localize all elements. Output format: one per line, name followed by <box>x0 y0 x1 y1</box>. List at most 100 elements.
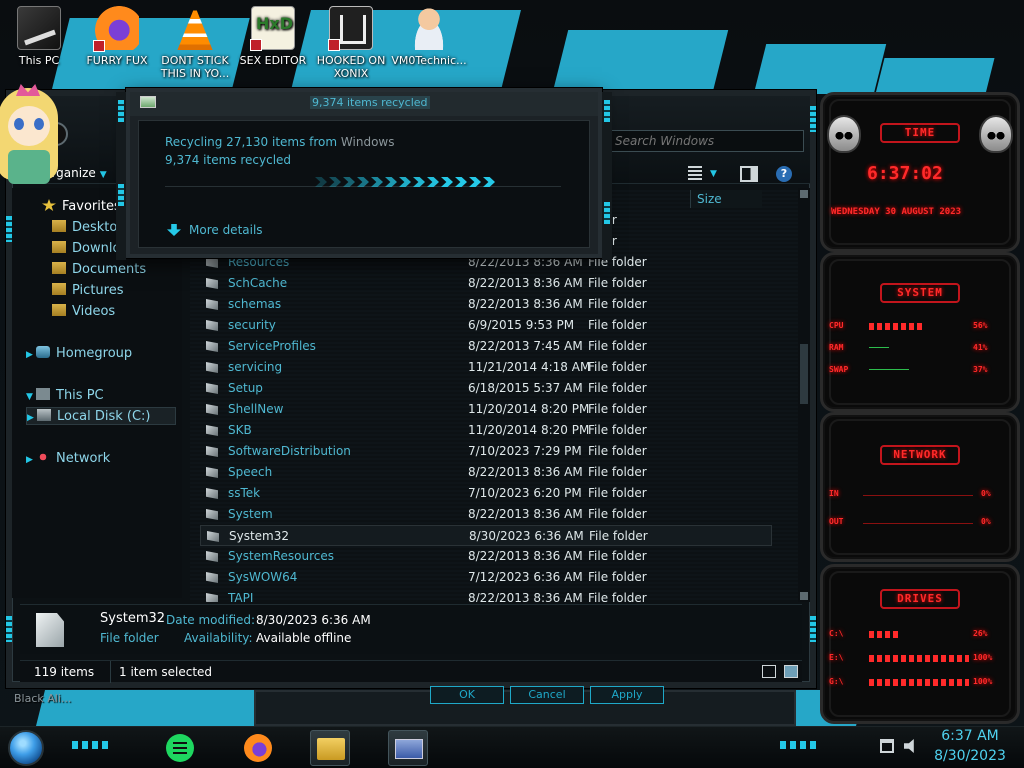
nav-homegroup[interactable]: ▶ Homegroup <box>26 345 132 363</box>
drive-e-value: 100% <box>973 653 993 662</box>
file-name: ShellNew <box>228 402 284 416</box>
file-date-modified: 8/22/2013 8:36 AM <box>468 465 583 479</box>
drives-gadget[interactable]: DRIVES C:\ 26% E:\ 100% G:\ 100% <box>820 564 1020 724</box>
file-date-modified: 8/30/2023 6:36 AM <box>469 529 584 543</box>
table-row[interactable]: TAPI 8/22/2013 8:36 AM File folder <box>200 588 772 602</box>
progress-chevron <box>469 177 481 187</box>
table-row[interactable]: ShellNew 11/20/2014 8:20 PM File folder <box>200 399 772 420</box>
taskbar-spotify[interactable] <box>160 730 200 766</box>
details-pane: System32 File folder Date modified: 8/30… <box>20 604 802 654</box>
scrollbar-thumb[interactable] <box>800 344 808 404</box>
apply-button[interactable]: Apply <box>590 686 664 704</box>
nav-network[interactable]: ▶ Network <box>26 450 110 468</box>
chevron-down-icon[interactable]: ▼ <box>710 169 728 185</box>
file-type: File folder <box>588 276 647 290</box>
ram-value: 41% <box>973 343 988 352</box>
table-row[interactable]: SystemResources 8/22/2013 8:36 AM File fol… <box>200 546 772 567</box>
nav-label: Network <box>56 451 111 466</box>
file-date-modified: 11/21/2014 4:18 AM <box>468 360 591 374</box>
nav-videos[interactable]: Videos <box>52 303 115 321</box>
progress-chevron <box>343 177 355 187</box>
table-row[interactable]: System 8/22/2013 8:36 AM File folder <box>200 504 772 525</box>
nav-desktop[interactable]: Desktop <box>52 219 126 237</box>
taskbar-firefox[interactable] <box>238 730 278 766</box>
desktop-icon-vlc[interactable]: DONT STICK THIS IN YO... <box>156 6 234 80</box>
details-view-icon[interactable] <box>762 665 776 678</box>
file-name: servicing <box>228 360 283 374</box>
taskbar-clock-date[interactable]: 8/30/2023 <box>920 748 1020 764</box>
dialog-frame-pillar <box>602 92 612 260</box>
change-view-icon[interactable] <box>688 166 702 182</box>
dialog-title: 9,374 items recycled <box>310 96 430 109</box>
large-icons-view-icon[interactable] <box>784 665 798 678</box>
nav-pictures[interactable]: Pictures <box>52 282 123 300</box>
table-row[interactable]: SchCache 8/22/2013 8:36 AM File folder <box>200 273 772 294</box>
more-details-toggle[interactable]: More details <box>167 223 263 237</box>
desktop-icon-label: SEX EDITOR <box>239 54 307 67</box>
scroll-down-arrow[interactable] <box>800 592 808 600</box>
nav-documents[interactable]: Documents <box>52 261 146 279</box>
file-name: ssTek <box>228 486 261 500</box>
search-input[interactable] <box>608 130 804 152</box>
desktop-icon-furry-fux[interactable]: FURRY FUX <box>78 6 156 67</box>
cancel-button[interactable]: Cancel <box>510 686 584 704</box>
drive-c-label: C:\ <box>829 629 844 638</box>
nav-local-disk[interactable]: ▶ Local Disk (C:) <box>26 407 176 425</box>
table-row[interactable]: ServiceProfiles 8/22/2013 7:45 AM File fol… <box>200 336 772 357</box>
table-row[interactable]: Setup 6/18/2015 5:37 AM File folder <box>200 378 772 399</box>
volume-icon[interactable] <box>904 739 914 753</box>
nav-this-pc[interactable]: ▼ This PC <box>26 387 104 405</box>
folder-icon <box>206 488 218 499</box>
progress-chevron <box>399 177 411 187</box>
table-row[interactable]: SoftwareDistribution 7/10/2023 7:29 PM Fil… <box>200 441 772 462</box>
drive-g-bar <box>869 679 969 686</box>
desktop-icon-this-pc[interactable]: This PC <box>0 6 78 67</box>
column-header-size[interactable]: Size <box>690 190 762 208</box>
folder-icon <box>36 613 64 647</box>
frame-accent <box>810 106 816 132</box>
file-type: File folder <box>588 339 647 353</box>
table-row[interactable]: ssTek 7/10/2023 6:20 PM File folder <box>200 483 772 504</box>
documents-folder-icon <box>52 262 66 274</box>
ok-button[interactable]: OK <box>430 686 504 704</box>
vertical-scrollbar[interactable] <box>798 188 810 602</box>
preview-pane-icon[interactable] <box>740 166 758 182</box>
network-in-graph <box>863 495 973 496</box>
table-row[interactable]: Speech 8/22/2013 8:36 AM File folder <box>200 462 772 483</box>
table-row[interactable]: SysWOW64 7/12/2023 6:36 AM File folder <box>200 567 772 588</box>
dialog-titlebar[interactable]: 9,374 items recycled <box>130 92 598 116</box>
file-name: TAPI <box>228 591 254 602</box>
folder-icon <box>207 531 219 542</box>
desktop-icon-hooked-on-xonix[interactable]: HOOKED ON XONIX <box>312 6 390 80</box>
network-gadget[interactable]: NETWORK IN 0% OUT 0% <box>820 412 1020 562</box>
pictures-folder-icon <box>52 283 66 295</box>
taskbar-clock-time[interactable]: 6:37 AM <box>920 728 1020 744</box>
wallpaper-graffiti <box>875 58 995 94</box>
folder-icon <box>206 446 218 457</box>
taskbar-control-panel[interactable] <box>388 730 428 766</box>
desktop-icon-sex-editor[interactable]: HxD SEX EDITOR <box>234 6 312 67</box>
desktop-icon-label: DONT STICK THIS IN YO... <box>160 54 230 80</box>
nav-label: Local Disk (C:) <box>57 409 151 424</box>
firefox-icon <box>93 6 139 52</box>
table-row[interactable]: security 6/9/2015 9:53 PM File folder <box>200 315 772 336</box>
scroll-up-arrow[interactable] <box>800 190 808 198</box>
system-gadget[interactable]: SYSTEM CPU 56% RAM 41% SWAP 37% <box>820 252 1020 412</box>
help-icon[interactable]: ? <box>776 166 792 182</box>
table-row[interactable]: schemas 8/22/2013 8:36 AM File folder <box>200 294 772 315</box>
table-row[interactable]: servicing 11/21/2014 4:18 AM File folder <box>200 357 772 378</box>
frame-accent <box>118 184 124 206</box>
file-name: SchCache <box>228 276 288 290</box>
desktop-item-label[interactable]: Black Ali... <box>14 692 71 705</box>
drive-e-label: E:\ <box>829 653 844 662</box>
taskbar-file-explorer[interactable] <box>310 730 350 766</box>
recycling-source[interactable]: Windows <box>341 135 395 149</box>
sticker-eye <box>34 118 44 130</box>
table-row[interactable]: SKB 11/20/2014 8:20 PM File folder <box>200 420 772 441</box>
network-tray-icon[interactable] <box>880 739 894 753</box>
table-row[interactable]: System32 8/30/2023 6:36 AM File folder <box>200 525 772 546</box>
start-button[interactable] <box>8 730 44 766</box>
desktop-icon-vm0technic[interactable]: VM0Technic... <box>390 6 468 67</box>
file-type: File folder <box>588 402 647 416</box>
time-gadget[interactable]: TIME 6:37:02 WEDNESDAY 30 AUGUST 2023 <box>820 92 1020 252</box>
